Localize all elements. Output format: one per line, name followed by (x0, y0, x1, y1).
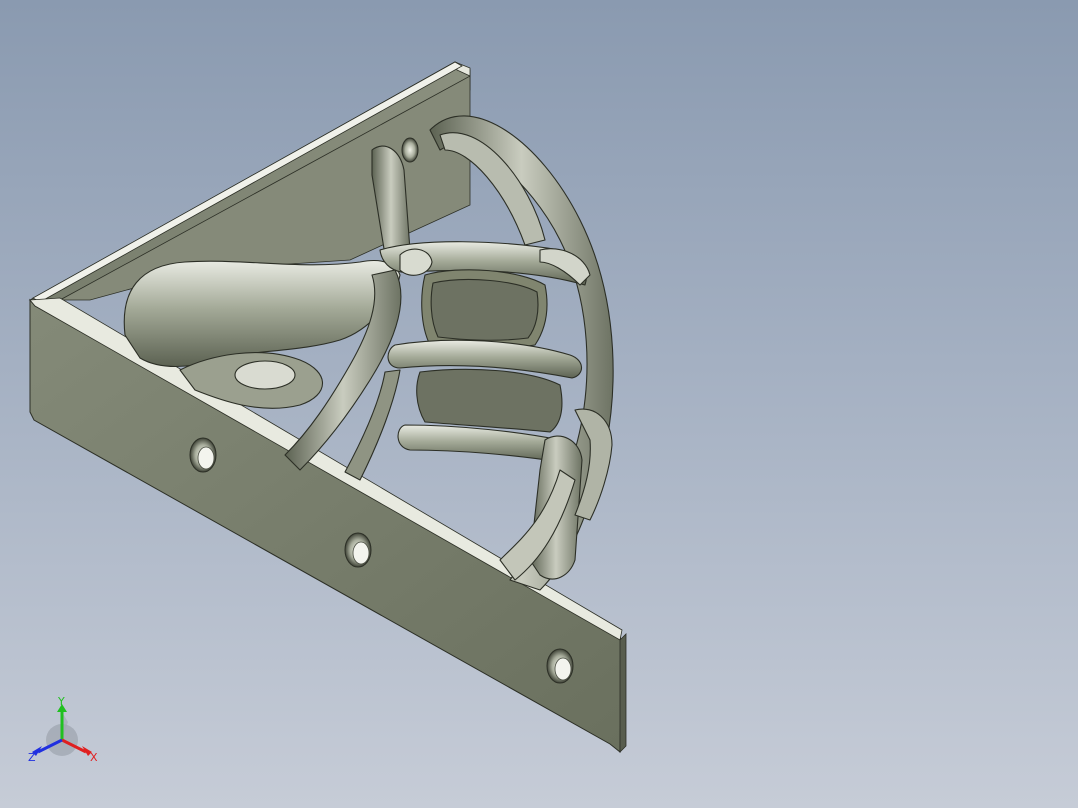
triad-x-label: X (90, 751, 98, 764)
mounting-hole-3 (546, 648, 574, 684)
cad-viewport[interactable]: Y X Z (0, 0, 1078, 808)
triad-z-label: Z (28, 751, 36, 764)
mounting-hole-1 (189, 437, 217, 473)
triad-y-label: Y (58, 695, 65, 708)
mounting-hole-back (401, 137, 419, 163)
orientation-triad[interactable]: Y X Z (22, 692, 112, 772)
mounting-hole-2 (344, 532, 372, 568)
bracket-3d-model[interactable] (0, 0, 1078, 808)
